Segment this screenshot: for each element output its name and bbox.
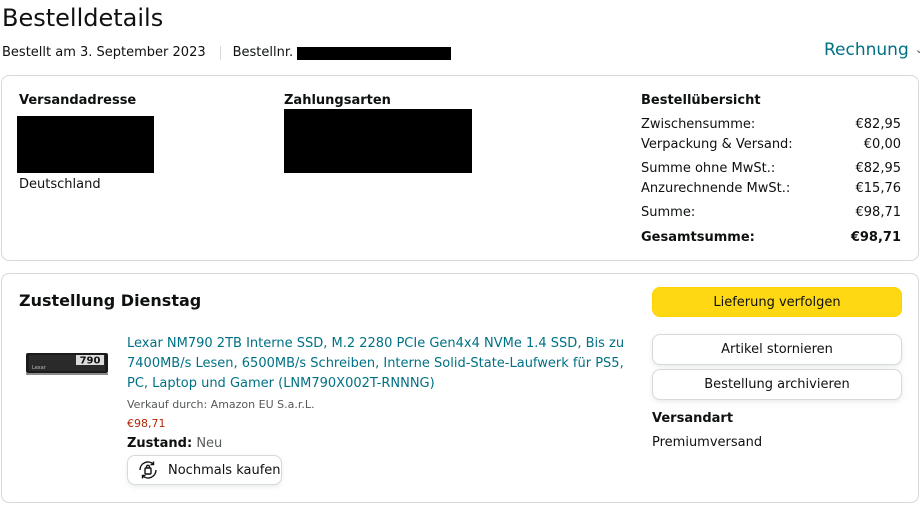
summary-label: Verpackung & Versand: [641, 137, 793, 152]
summary-row-total: Gesamtsumme: €98,71 [641, 229, 901, 247]
cancel-item-button[interactable]: Artikel stornieren [652, 334, 902, 365]
order-number-redacted [297, 46, 452, 60]
summary-value: €15,76 [855, 181, 902, 196]
product-title-link[interactable]: Lexar NM790 2TB Interne SSD, M.2 2280 PC… [127, 334, 627, 394]
summary-row-subtotal: Zwischensumme: €82,95 [641, 116, 901, 134]
summary-value: €98,71 [850, 230, 901, 245]
summary-value: €82,95 [855, 117, 902, 132]
cancel-item-label: Artikel stornieren [721, 342, 833, 357]
seller-info: Verkauf durch: Amazon EU S.a.r.L. [127, 398, 315, 411]
payment-heading: Zahlungsarten [284, 93, 391, 108]
reorder-icon [136, 458, 160, 482]
condition-label: Zustand: [127, 436, 193, 451]
shipping-country: Deutschland [19, 177, 101, 192]
order-number-label: Bestellnr. [232, 45, 294, 60]
summary-label: Summe ohne MwSt.: [641, 161, 776, 176]
summary-label: Summe: [641, 205, 696, 220]
delivery-heading: Zustellung Dienstag [19, 291, 202, 310]
product-condition: Zustand: Neu [127, 435, 222, 453]
buy-again-button[interactable]: Nochmals kaufen [127, 455, 282, 485]
shipping-method-heading: Versandart [652, 411, 734, 426]
summary-label: Gesamtsumme: [641, 230, 755, 245]
summary-value: €82,95 [855, 161, 902, 176]
track-delivery-label: Lieferung verfolgen [713, 294, 841, 310]
track-delivery-button[interactable]: Lieferung verfolgen [652, 287, 902, 317]
archive-order-label: Bestellung archivieren [704, 377, 850, 392]
payment-redacted [284, 109, 472, 173]
condition-value: Neu [196, 436, 223, 451]
shipping-method-value: Premiumversand [652, 435, 763, 450]
product-price: €98,71 [127, 417, 166, 430]
summary-label: Zwischensumme: [641, 117, 756, 132]
overview-heading: Bestellübersicht [641, 93, 761, 108]
summary-row-vat: Anzurechnende MwSt.: €15,76 [641, 180, 901, 198]
summary-row-shipping: Verpackung & Versand: €0,00 [641, 136, 901, 154]
invoice-dropdown[interactable]: Rechnung ⌄ [824, 38, 920, 64]
meta-divider [219, 46, 221, 60]
summary-value: €98,71 [855, 205, 902, 220]
order-meta: Bestellt am 3. September 2023 Bestellnr. [2, 44, 452, 62]
summary-row-net: Summe ohne MwSt.: €82,95 [641, 160, 901, 178]
page-title: Bestelldetails [2, 4, 164, 32]
thumb-brand-label: Lexar [32, 365, 47, 371]
invoice-label: Rechnung [824, 40, 909, 60]
thumb-model-label: 790 [80, 356, 101, 367]
buy-again-label: Nochmals kaufen [168, 462, 281, 478]
archive-order-button[interactable]: Bestellung archivieren [652, 369, 902, 400]
summary-value: €0,00 [863, 137, 901, 152]
summary-label: Anzurechnende MwSt.: [641, 181, 791, 196]
summary-row-sum: Summe: €98,71 [641, 204, 901, 222]
product-thumbnail[interactable]: 790 Lexar [26, 349, 108, 377]
chevron-down-icon: ⌄ [914, 43, 920, 56]
shipping-address-heading: Versandadresse [19, 93, 137, 108]
order-date: Bestellt am 3. September 2023 [2, 45, 206, 60]
shipping-address-redacted [17, 116, 154, 173]
